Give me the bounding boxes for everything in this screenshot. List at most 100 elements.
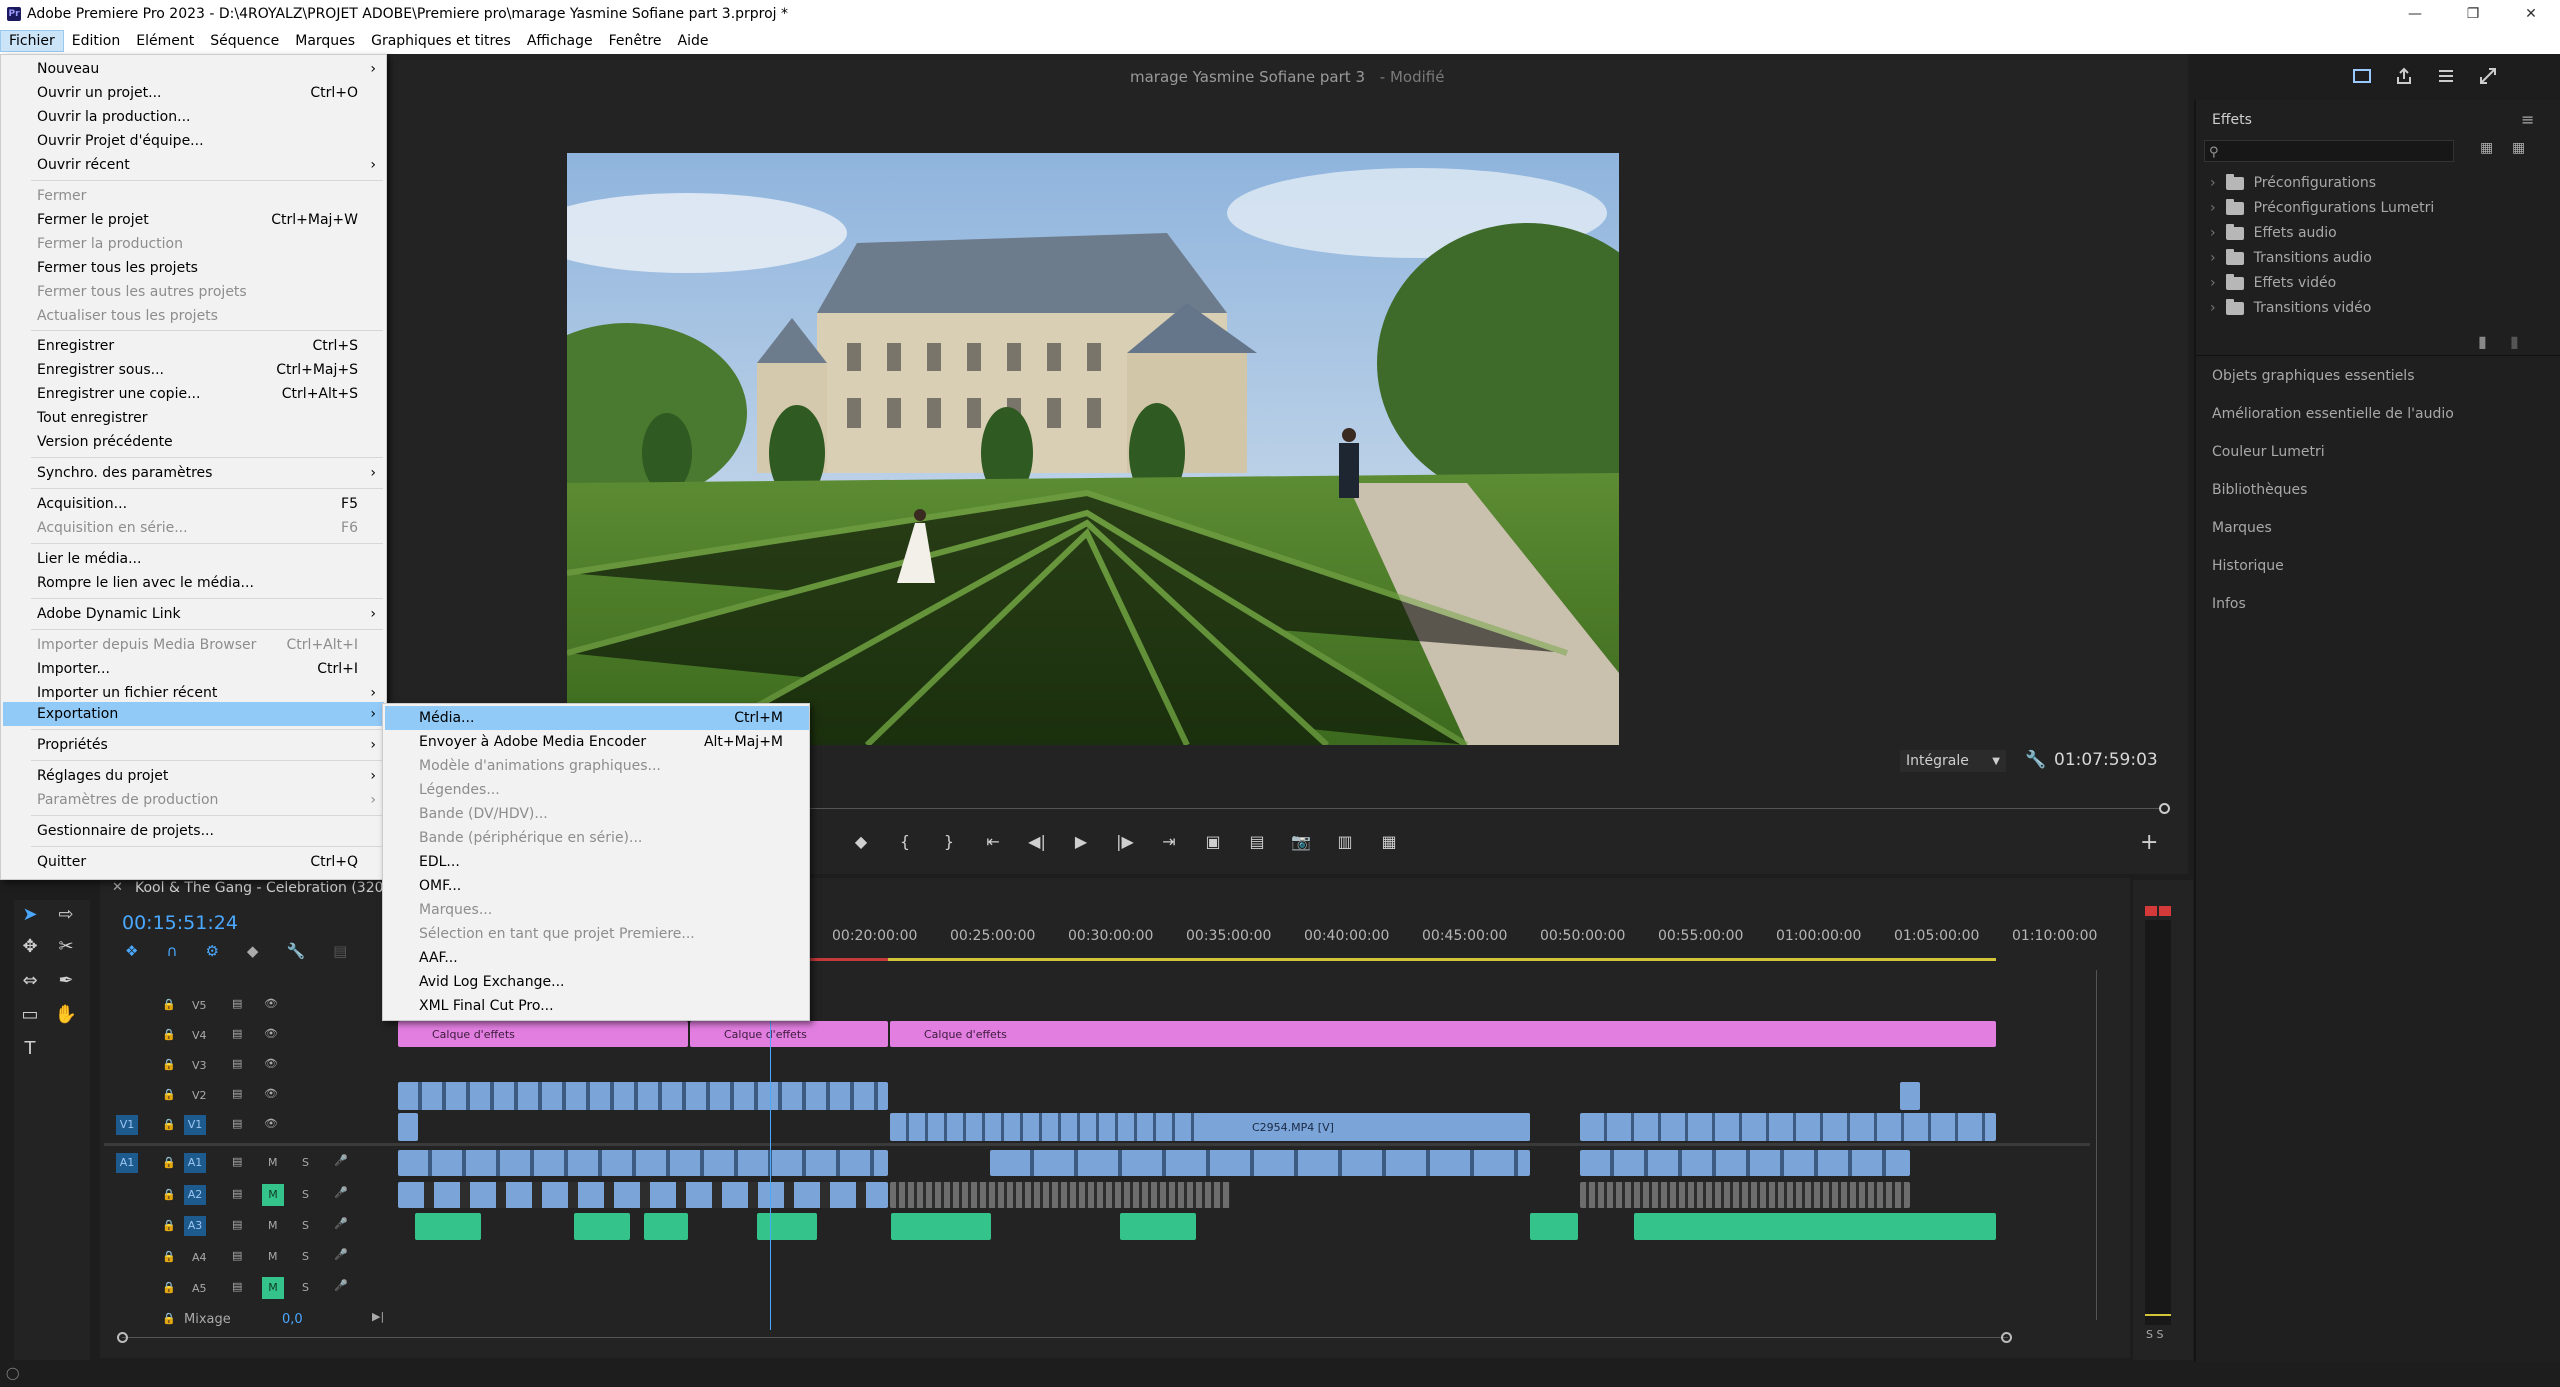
add-button-icon[interactable]: + xyxy=(2140,830,2158,855)
solo-buttons[interactable]: S S xyxy=(2146,1328,2163,1341)
menu-item-version-precedente[interactable]: Version précédente xyxy=(3,430,384,454)
clip-indicator-left[interactable] xyxy=(2145,906,2157,916)
microphone-icon[interactable]: 🎤 xyxy=(334,1279,348,1292)
menu-item-tout-enregistrer[interactable]: Tout enregistrer xyxy=(3,406,384,430)
eye-icon[interactable]: 👁 xyxy=(264,1117,278,1130)
lock-icon[interactable]: 🔒 xyxy=(162,1188,176,1201)
folder-video-transitions[interactable]: › Transitions vidéo xyxy=(2210,298,2371,316)
solo-toggle[interactable]: S xyxy=(302,1250,309,1263)
lock-icon[interactable]: 🔒 xyxy=(162,1028,176,1041)
scrubber-end-handle[interactable] xyxy=(2159,803,2170,814)
play-icon[interactable]: ▶ xyxy=(1070,830,1092,852)
sync-lock-icon[interactable]: ▤ xyxy=(232,1057,242,1070)
microphone-icon[interactable]: 🎤 xyxy=(334,1186,348,1199)
program-scrubber[interactable] xyxy=(810,808,2160,809)
lock-icon[interactable]: 🔒 xyxy=(162,1088,176,1101)
go-to-in-icon[interactable]: ⇤ xyxy=(982,830,1004,852)
solo-toggle[interactable]: S xyxy=(302,1281,309,1294)
menu-item-ouvrir-equipe[interactable]: Ouvrir Projet d'équipe... xyxy=(3,129,384,153)
menu-item-importer[interactable]: Importer... Ctrl+I xyxy=(3,657,384,681)
panel-lumetri-color[interactable]: Couleur Lumetri xyxy=(2212,444,2325,460)
mute-toggle[interactable]: M xyxy=(268,1219,278,1232)
menu-marques[interactable]: Marques xyxy=(287,30,363,52)
menu-edition[interactable]: Edition xyxy=(64,30,128,52)
submenu-item-mogrt[interactable]: Modèle d'animations graphiques... xyxy=(385,754,809,778)
proxy-icon[interactable]: ▦ xyxy=(1378,830,1400,852)
hand-icon[interactable]: ✋ xyxy=(52,1000,80,1028)
lock-icon[interactable]: 🔒 xyxy=(162,1312,176,1325)
menu-item-fermer-projet[interactable]: Fermer le projet Ctrl+Maj+W xyxy=(3,208,384,232)
sync-lock-icon[interactable]: ▤ xyxy=(232,1187,242,1200)
slip-icon[interactable]: ⇔ xyxy=(16,966,44,994)
microphone-icon[interactable]: 🎤 xyxy=(334,1248,348,1261)
video-clip-v2[interactable] xyxy=(1900,1082,1920,1110)
lift-icon[interactable]: ▣ xyxy=(1202,830,1224,852)
solo-toggle[interactable]: S xyxy=(302,1156,309,1169)
eye-icon[interactable]: 👁 xyxy=(264,1057,278,1070)
source-patch-a1[interactable]: A1 xyxy=(116,1153,138,1173)
zoom-select[interactable]: Intégrale ▼ xyxy=(1900,750,2006,772)
submenu-item-legendes[interactable]: Légendes... xyxy=(385,778,809,802)
panel-history[interactable]: Historique xyxy=(2212,558,2284,574)
microphone-icon[interactable]: 🎤 xyxy=(334,1217,348,1230)
submenu-item-omf[interactable]: OMF... xyxy=(385,874,809,898)
adjustment-layer-clip[interactable]: Calque d'effets xyxy=(690,1021,888,1047)
submenu-item-avid-log[interactable]: Avid Log Exchange... xyxy=(385,970,809,994)
menu-item-reglages-projet[interactable]: Réglages du projet › xyxy=(3,764,384,788)
music-clip-a3[interactable] xyxy=(1634,1213,1996,1240)
eye-icon[interactable]: 👁 xyxy=(264,997,278,1010)
mute-toggle-on[interactable]: M xyxy=(262,1184,284,1206)
settings-wrench-icon[interactable]: 🔧 xyxy=(286,942,305,960)
menu-affichage[interactable]: Affichage xyxy=(519,30,601,52)
menu-item-enregistrer-copie[interactable]: Enregistrer une copie... Ctrl+Alt+S xyxy=(3,382,384,406)
submenu-item-bande-serie[interactable]: Bande (périphérique en série)... xyxy=(385,826,809,850)
linked-selection-icon[interactable]: ⚙ xyxy=(205,942,218,960)
audio-clip-a2[interactable] xyxy=(890,1182,1230,1208)
step-back-icon[interactable]: ◀| xyxy=(1026,830,1048,852)
music-clip-a3[interactable] xyxy=(644,1213,688,1240)
menu-item-synchro[interactable]: Synchro. des paramètres › xyxy=(3,461,384,485)
snap-icon[interactable]: ∩ xyxy=(166,942,177,960)
captions-icon[interactable]: ▤ xyxy=(333,942,347,960)
submenu-item-edl[interactable]: EDL... xyxy=(385,850,809,874)
panel-info[interactable]: Infos xyxy=(2212,596,2246,612)
menu-item-proprietes[interactable]: Propriétés › xyxy=(3,733,384,757)
menu-item-acquisition-serie[interactable]: Acquisition en série... F6 xyxy=(3,516,384,540)
clip-indicator-right[interactable] xyxy=(2159,906,2171,916)
video-clip-v2[interactable] xyxy=(398,1082,888,1110)
eye-icon[interactable]: 👁 xyxy=(264,1087,278,1100)
restore-icon[interactable]: ❐ xyxy=(2444,0,2502,28)
mark-out-icon[interactable]: } xyxy=(938,830,960,852)
lock-icon[interactable]: 🔒 xyxy=(162,998,176,1011)
menu-fichier[interactable]: Fichier xyxy=(0,30,64,52)
audio-clip-a1[interactable] xyxy=(398,1150,888,1176)
accelerated-effects-icon[interactable]: ▦ xyxy=(2480,140,2493,156)
menu-item-exportation[interactable]: Exportation › xyxy=(3,702,384,726)
panel-essential-graphics[interactable]: Objets graphiques essentiels xyxy=(2212,368,2415,384)
rectangle-icon[interactable]: ▭ xyxy=(16,1000,44,1028)
audio-clip-a1[interactable] xyxy=(1580,1150,1910,1176)
lock-icon[interactable]: 🔒 xyxy=(162,1250,176,1263)
pen-icon[interactable]: ✒ xyxy=(52,966,80,994)
lock-icon[interactable]: 🔒 xyxy=(162,1281,176,1294)
mark-in-icon[interactable]: { xyxy=(894,830,916,852)
sync-lock-icon[interactable]: ▤ xyxy=(232,997,242,1010)
folder-audio-transitions[interactable]: › Transitions audio xyxy=(2210,248,2372,266)
music-clip-a3[interactable] xyxy=(757,1213,817,1240)
sync-lock-icon[interactable]: ▤ xyxy=(232,1117,242,1130)
ripple-edit-icon[interactable]: ✥ xyxy=(16,932,44,960)
lock-icon[interactable]: 🔒 xyxy=(162,1156,176,1169)
video-clip-v1[interactable] xyxy=(1580,1113,1996,1141)
menu-item-rompre-lien[interactable]: Rompre le lien avec le média... xyxy=(3,571,384,595)
timeline-tab[interactable]: Kool & The Gang - Celebration (320 kbp xyxy=(135,880,414,896)
go-to-out-icon[interactable]: ⇥ xyxy=(1158,830,1180,852)
workspaces-icon[interactable] xyxy=(2434,64,2458,88)
music-clip-a3[interactable] xyxy=(1530,1213,1578,1240)
submenu-item-selection-projet[interactable]: Sélection en tant que projet Premiere... xyxy=(385,922,809,946)
menu-item-acquisition[interactable]: Acquisition... F5 xyxy=(3,492,384,516)
export-frame-icon[interactable]: 📷 xyxy=(1290,830,1312,852)
lock-icon[interactable]: 🔒 xyxy=(162,1118,176,1131)
mute-toggle[interactable]: M xyxy=(268,1156,278,1169)
nest-icon[interactable]: ❖ xyxy=(125,942,138,960)
marker-icon[interactable]: ◆ xyxy=(850,830,872,852)
